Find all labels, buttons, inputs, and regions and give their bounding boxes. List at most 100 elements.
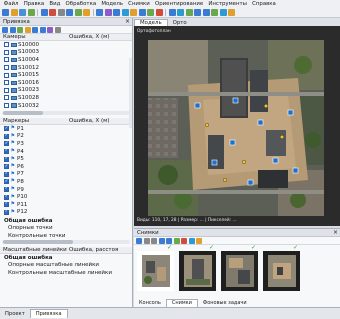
marker-row[interactable]: ✓ ⚑ P3 [0, 140, 132, 148]
camera-checkbox[interactable] [4, 65, 9, 71]
tab-background-jobs[interactable]: Фоновые задачи [198, 300, 252, 306]
tab-reference[interactable]: Привязка [29, 309, 68, 318]
settings-icon[interactable] [54, 26, 61, 33]
marker-row[interactable]: ✓ ⚑ P4 [0, 148, 132, 156]
menu-item[interactable]: Справка [250, 1, 279, 7]
menu-item[interactable]: Правка [21, 1, 47, 7]
zoom-out-icon[interactable] [143, 237, 150, 244]
camera-row[interactable]: S10000 [0, 41, 132, 49]
photo-thumbnail[interactable]: ✓ [179, 244, 216, 291]
check-points-row[interactable]: Контрольные точки [0, 232, 132, 240]
enable-camera-icon[interactable] [173, 237, 180, 244]
marker-row[interactable]: ✓ ⚑ P9 [0, 186, 132, 194]
menu-item[interactable]: Обработка [63, 1, 99, 7]
control-scalebars-row[interactable]: Опорные масштабные линейки [0, 261, 132, 269]
camera-checkbox[interactable] [4, 95, 9, 101]
camera-row[interactable]: S10023 [0, 87, 132, 95]
close-panel-icon[interactable]: × [125, 18, 130, 25]
camera-row[interactable]: S10015 [0, 71, 132, 79]
marker-checkbox[interactable]: ✓ [4, 141, 9, 147]
toolbar-tool-icon[interactable] [194, 9, 201, 16]
marker-row[interactable]: ✓ ⚑ P7 [0, 171, 132, 179]
tab-ortho[interactable]: Орто [168, 19, 192, 26]
reset-filter-icon[interactable] [136, 237, 142, 244]
tab-console[interactable]: Консоль [134, 300, 166, 306]
menu-item[interactable]: Вид [47, 1, 63, 7]
disable-camera-icon[interactable] [181, 237, 187, 244]
marker-checkbox[interactable]: ✓ [4, 133, 9, 139]
marker-row[interactable]: ✓ ⚑ P8 [0, 178, 132, 186]
check-scalebars-row[interactable]: Контрольные масштабные линейки [0, 269, 132, 277]
control-points-row[interactable]: Опорные точки [0, 225, 132, 233]
toolbar-tool-icon[interactable] [57, 9, 65, 16]
camera-checkbox[interactable] [4, 49, 9, 55]
menu-item[interactable]: Ориентирование [152, 1, 205, 7]
marker-row[interactable]: ✓ ⚑ P5 [0, 155, 132, 163]
toolbar-tool-icon[interactable] [83, 9, 90, 16]
marker-checkbox[interactable]: ✓ [4, 149, 9, 155]
camera-row[interactable]: S10003 [0, 49, 132, 57]
marker-row[interactable]: ✓ ⚑ P6 [0, 163, 132, 171]
toolbar-tool-icon[interactable] [219, 9, 227, 16]
toolbar-tool-icon[interactable] [155, 9, 163, 16]
zoom-in-icon[interactable] [151, 237, 157, 244]
marker-checkbox[interactable]: ✓ [4, 179, 9, 185]
toolbar-tool-icon[interactable] [185, 9, 193, 16]
camera-checkbox[interactable] [4, 87, 9, 93]
toolbar-tool-icon[interactable] [66, 9, 73, 16]
toolbar-tool-icon[interactable] [177, 9, 184, 16]
toolbar-tool-icon[interactable] [228, 9, 235, 16]
menu-item[interactable]: Инструменты [206, 1, 250, 7]
toolbar-tool-icon[interactable] [130, 9, 137, 16]
tab-project[interactable]: Проект [0, 309, 30, 318]
toolbar-tool-icon[interactable] [10, 9, 18, 16]
markers-filter-icon[interactable] [196, 237, 202, 244]
details-icon[interactable] [166, 237, 172, 244]
camera-checkbox[interactable] [4, 80, 9, 86]
cameras-horizontal-scrollbar[interactable] [2, 111, 130, 115]
toolbar-tool-icon[interactable] [202, 9, 210, 16]
toolbar-tool-icon[interactable] [147, 9, 154, 16]
camera-row[interactable]: S10012 [0, 64, 132, 72]
marker-checkbox[interactable]: ✓ [4, 156, 9, 162]
view-errors-icon[interactable] [47, 26, 53, 33]
cameras-vertical-scrollbar[interactable] [129, 58, 132, 128]
toolbar-tool-icon[interactable] [138, 9, 146, 16]
photo-thumbnail[interactable]: ✓ [137, 244, 174, 291]
toolbar-tool-icon[interactable] [40, 9, 48, 16]
marker-checkbox[interactable]: ✓ [4, 209, 9, 215]
toolbar-tool-icon[interactable] [74, 9, 82, 16]
toolbar-tool-icon[interactable] [19, 9, 26, 16]
tab-photos[interactable]: Снимки [165, 298, 198, 307]
toolbar-tool-icon[interactable] [211, 9, 218, 16]
marker-checkbox[interactable]: ✓ [4, 194, 9, 200]
marker-row[interactable]: ✓ ⚑ P2 [0, 133, 132, 141]
toolbar-tool-icon[interactable] [121, 9, 129, 16]
export-icon[interactable] [9, 26, 16, 33]
camera-checkbox[interactable] [4, 72, 9, 78]
marker-checkbox[interactable]: ✓ [4, 126, 9, 132]
camera-checkbox[interactable] [4, 42, 9, 48]
photo-thumbnail[interactable]: ✓ [221, 244, 258, 291]
photo-thumbnail[interactable]: ✓ [263, 244, 300, 291]
toolbar-tool-icon[interactable] [113, 9, 120, 16]
optimize-icon[interactable] [24, 26, 31, 33]
toolbar-tool-icon[interactable] [49, 9, 56, 16]
toolbar-tool-icon[interactable] [168, 9, 176, 16]
close-photos-icon[interactable]: × [333, 229, 338, 236]
marker-checkbox[interactable]: ✓ [4, 202, 9, 208]
model-view[interactable]: Ортофотоплан Виды: 110, 17, 28 | Размер:… [134, 26, 340, 226]
camera-checkbox[interactable] [4, 57, 9, 63]
camera-checkbox[interactable] [4, 103, 9, 109]
orthomosaic-image[interactable] [148, 40, 324, 216]
menu-item[interactable]: Файл [1, 1, 21, 7]
camera-row[interactable]: S10016 [0, 79, 132, 87]
camera-row[interactable]: S10032 [0, 102, 132, 110]
toolbar-tool-icon[interactable] [2, 9, 9, 16]
list-view-icon[interactable] [158, 237, 165, 244]
menu-item[interactable]: Снимки [126, 1, 153, 7]
view-source-icon[interactable] [32, 26, 38, 33]
filter-photos-icon[interactable] [188, 237, 195, 244]
import-icon[interactable] [2, 26, 8, 33]
marker-checkbox[interactable]: ✓ [4, 164, 9, 170]
